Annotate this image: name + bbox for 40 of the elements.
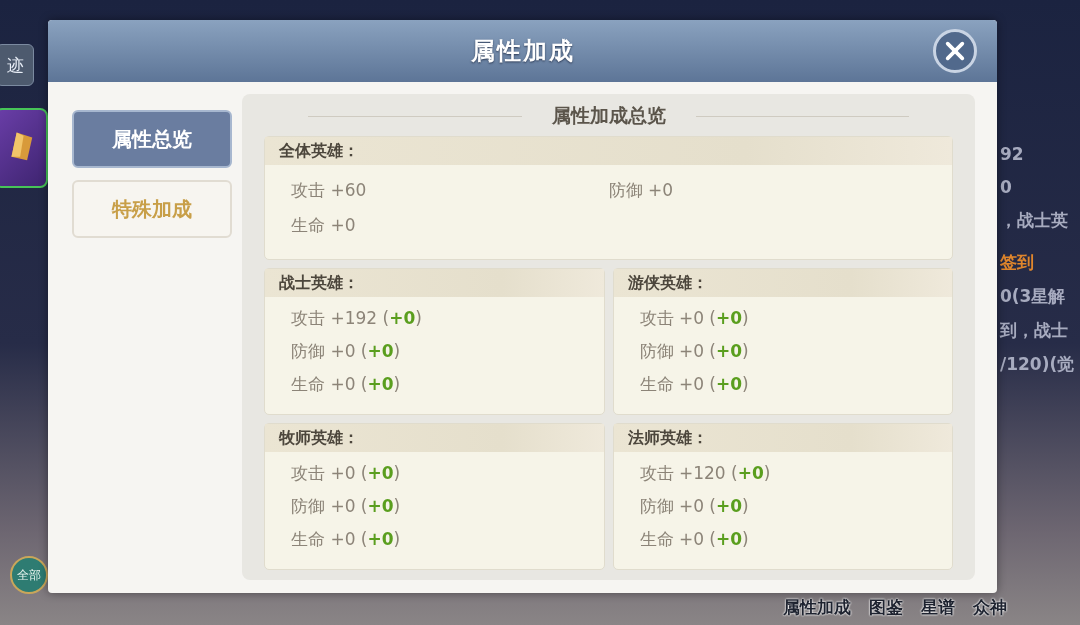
panel-title: 属性加成总览 [551,103,666,128]
stat-line: 生命 +0 (+0) [291,528,402,551]
close-icon [944,40,966,62]
background-text: 92 [1000,144,1025,164]
background-text: 0 [1000,177,1013,197]
background-text: 到，战士 [1000,320,1069,340]
stat-line: 防御 +0 (+0) [639,340,750,363]
stat-line: 防御 +0 (+0) [291,340,402,363]
card-title: 牧师英雄： [265,424,604,452]
all-button[interactable]: 全部 [10,556,48,594]
stat-line: 攻击 +120 (+0) [639,462,772,485]
stat-line: 生命 +0 (+0) [639,528,750,551]
stat-line: 生命 +0 (+0) [291,373,402,396]
stat-line: 攻击 +0 (+0) [639,307,750,330]
tab[interactable]: 属性总览 [72,110,232,168]
stat-line: 生命 +0 [291,214,357,237]
card-title: 法师英雄： [613,424,952,452]
card-title: 全体英雄： [265,137,952,165]
nav-button[interactable]: 属性加成 [783,596,851,619]
stat-line: 攻击 +60 [291,179,368,202]
stat-line: 攻击 +192 (+0) [291,307,423,330]
background-text: 0(3星解 [1000,286,1067,306]
tab[interactable]: 特殊加成 [72,180,232,238]
stat-line: 防御 +0 (+0) [291,495,402,518]
stat-line: 生命 +0 (+0) [639,373,750,396]
nav-button[interactable]: 星谱 [921,596,955,619]
close-button[interactable] [933,29,977,73]
card-title: 战士英雄： [265,269,604,297]
background-text: ，战士英 [1000,210,1069,230]
card-title: 游侠英雄： [613,269,952,297]
stat-line: 防御 +0 (+0) [639,495,750,518]
dialog-title: 属性加成 [470,36,575,67]
background-text: 签到 [1000,252,1035,272]
stat-line: 攻击 +0 (+0) [291,462,402,485]
stat-line: 防御 +0 [608,179,674,202]
item-card[interactable] [0,108,48,188]
side-button[interactable]: 迹 [0,44,34,86]
nav-button[interactable]: 众神 [973,596,1007,619]
background-text: /120)(觉 [1000,354,1075,374]
nav-button[interactable]: 图鉴 [869,596,903,619]
